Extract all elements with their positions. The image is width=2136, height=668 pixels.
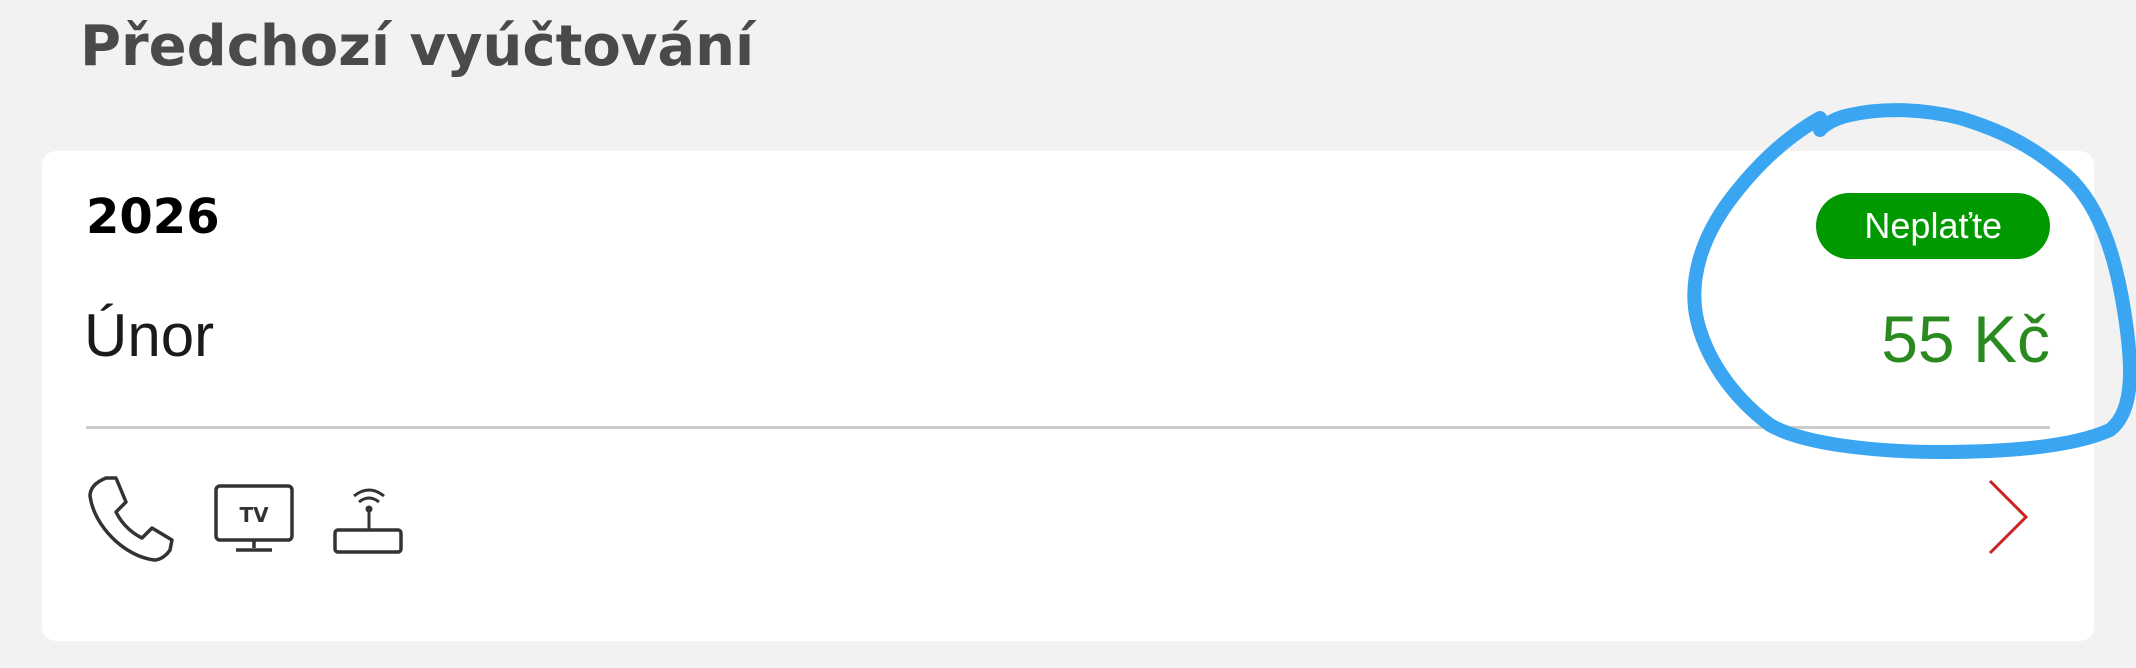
chevron-right-icon bbox=[1988, 479, 2029, 555]
router-icon bbox=[332, 482, 406, 560]
open-bill-detail-button[interactable] bbox=[1982, 475, 2032, 559]
section-title: Předchozí vyúčtování bbox=[80, 14, 755, 79]
bill-month: Únor bbox=[84, 302, 215, 369]
tv-icon-label: TV bbox=[239, 503, 269, 527]
card-divider bbox=[86, 426, 2050, 429]
bill-year: 2026 bbox=[86, 189, 220, 245]
bill-amount: 55 Kč bbox=[1881, 302, 2050, 376]
tv-icon: TV bbox=[214, 484, 294, 558]
status-badge: Neplaťte bbox=[1816, 193, 2050, 259]
bill-card[interactable]: 2026 Únor Neplaťte 55 Kč TV bbox=[42, 151, 2094, 641]
phone-icon bbox=[86, 474, 176, 568]
service-icons: TV bbox=[86, 471, 406, 571]
